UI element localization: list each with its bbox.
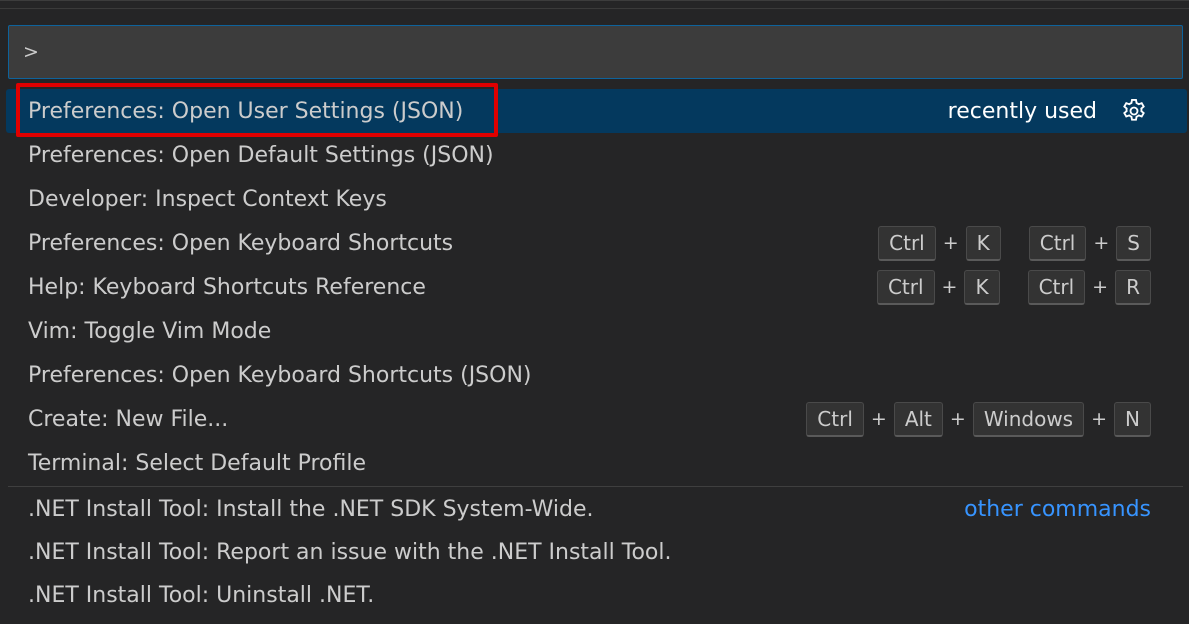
plus-sign: + [1093,232,1110,254]
command-label: Preferences: Open Keyboard Shortcuts [28,230,454,256]
row-right-area: recently used [948,96,1149,126]
command-item-new-file[interactable]: Create: New File... Ctrl + Alt + Windows… [0,397,1189,441]
key-cap: Windows [972,401,1085,437]
command-label: Help: Keyboard Shortcuts Reference [28,274,426,300]
key-cap: N [1114,401,1151,437]
command-label: Vim: Toggle Vim Mode [28,318,272,344]
command-item-open-keyboard-shortcuts[interactable]: Preferences: Open Keyboard Shortcuts Ctr… [0,221,1189,265]
plus-sign: + [942,232,959,254]
command-input-box[interactable] [8,25,1183,79]
key-cap: Ctrl [876,269,935,305]
other-commands-link[interactable]: other commands [964,497,1151,522]
command-item-keyboard-shortcuts-reference[interactable]: Help: Keyboard Shortcuts Reference Ctrl … [0,265,1189,309]
command-label: .NET Install Tool: Report an issue with … [28,540,672,565]
command-item-open-keyboard-shortcuts-json[interactable]: Preferences: Open Keyboard Shortcuts (JS… [0,353,1189,397]
command-label: .NET Install Tool: Uninstall .NET. [28,583,375,608]
key-cap: R [1115,269,1151,305]
command-item-report-issue-dotnet-install-tool[interactable]: .NET Install Tool: Report an issue with … [0,531,1189,574]
plus-sign: + [870,408,887,430]
keybinding: Ctrl + K Ctrl + R [857,269,1151,305]
command-item-uninstall-dotnet[interactable]: .NET Install Tool: Uninstall .NET. [0,574,1189,617]
command-item-open-user-settings-json[interactable]: Preferences: Open User Settings (JSON) r… [6,89,1187,133]
command-label: Terminal: Select Default Profile [28,450,367,476]
key-cap: K [964,269,1000,305]
keybinding-chord-1: Ctrl + K [876,269,1000,305]
command-item-select-default-profile[interactable]: Terminal: Select Default Profile [0,441,1189,485]
section-divider [8,486,1183,487]
key-cap: Ctrl [806,401,864,437]
command-item-toggle-vim-mode[interactable]: Vim: Toggle Vim Mode [0,309,1189,353]
keybinding-chord-1: Ctrl + K [878,225,1001,261]
key-cap: S [1116,225,1151,261]
keybinding-chord-2: Ctrl + R [1027,269,1151,305]
key-cap: Ctrl [1027,269,1086,305]
command-label: Create: New File... [28,406,229,432]
key-cap: K [965,225,1001,261]
command-palette: Preferences: Open User Settings (JSON) r… [0,0,1189,624]
keybinding: Ctrl + Alt + Windows + N [786,401,1151,437]
command-label: .NET Install Tool: Install the .NET SDK … [28,497,594,522]
command-input[interactable] [23,41,1182,63]
command-item-install-dotnet-sdk[interactable]: .NET Install Tool: Install the .NET SDK … [0,488,1189,531]
command-label: Preferences: Open Keyboard Shortcuts (JS… [28,362,532,388]
command-label: Preferences: Open Default Settings (JSON… [28,142,494,168]
key-cap: Ctrl [1028,225,1087,261]
gear-icon[interactable] [1119,96,1149,126]
plus-sign: + [1092,276,1109,298]
plus-sign: + [1091,408,1108,430]
plus-sign: + [941,276,958,298]
command-label: Developer: Inspect Context Keys [28,186,387,212]
command-label: Preferences: Open User Settings (JSON) [28,98,464,124]
other-commands-list: .NET Install Tool: Install the .NET SDK … [0,488,1189,617]
command-list: Preferences: Open User Settings (JSON) r… [0,89,1189,485]
command-item-open-default-settings-json[interactable]: Preferences: Open Default Settings (JSON… [0,133,1189,177]
keybinding-chord-2: Ctrl + S [1028,225,1151,261]
key-cap: Ctrl [878,225,936,261]
key-cap: Alt [893,401,943,437]
recently-used-label: recently used [947,98,1097,124]
top-strip [0,1,1189,9]
plus-sign: + [949,408,966,430]
command-item-inspect-context-keys[interactable]: Developer: Inspect Context Keys [0,177,1189,221]
keybinding-chord-1: Ctrl + Alt + Windows + N [806,401,1151,437]
keybinding: Ctrl + K Ctrl + S [858,225,1151,261]
